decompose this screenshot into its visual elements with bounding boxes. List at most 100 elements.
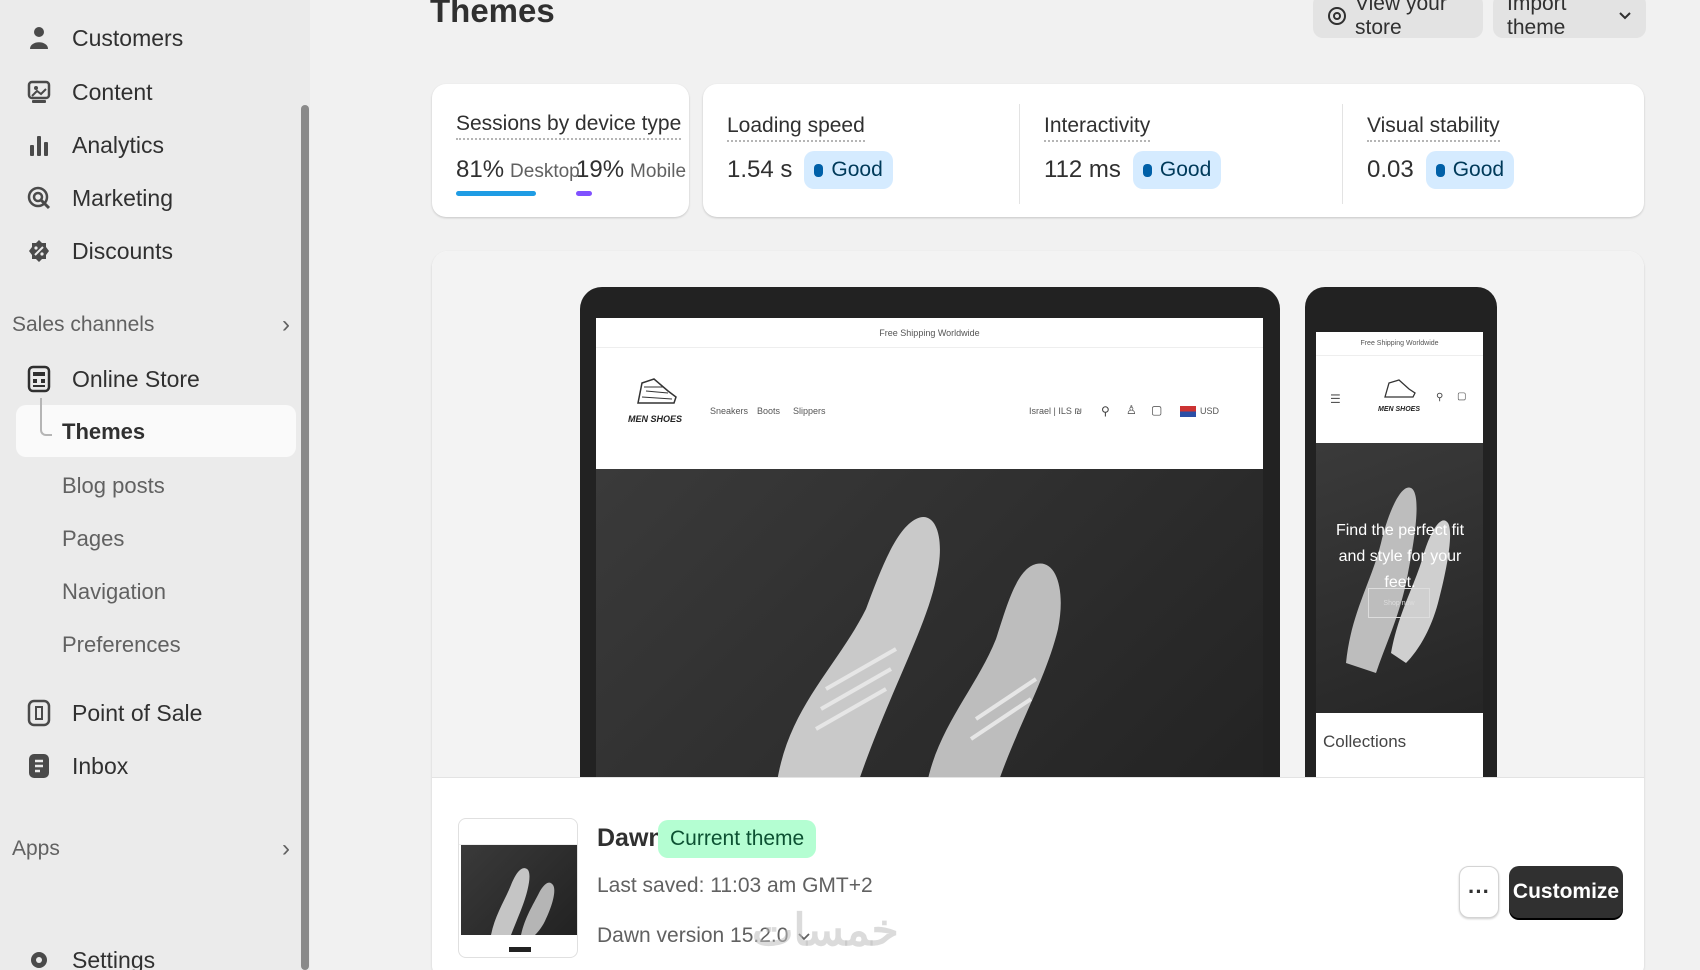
metric-value: 1.54 s	[727, 156, 793, 183]
pos-icon	[24, 698, 54, 728]
discount-icon	[24, 236, 54, 266]
sidebar-item-label: Settings	[72, 946, 156, 970]
locale-selector: Israel | ILS ₪	[1029, 406, 1082, 416]
badge-label: Good	[1452, 158, 1505, 181]
badge-label: Good	[831, 158, 883, 181]
mobile-pct: 19%	[576, 156, 625, 183]
metric-value: 0.03	[1367, 156, 1414, 183]
subitem-label: Themes	[62, 419, 146, 444]
sidebar-subitem-blog-posts[interactable]: Blog posts	[62, 463, 165, 509]
subitem-label: Navigation	[62, 579, 166, 604]
sidebar-item-point-of-sale[interactable]: Point of Sale	[24, 689, 202, 737]
desktop-screen: Free Shipping Worldwide MEN SHOES Sneake…	[596, 318, 1263, 787]
hero-image	[596, 469, 1263, 787]
sidebar-subitem-preferences[interactable]: Preferences	[62, 622, 181, 668]
sidebar-item-settings[interactable]: Settings	[24, 936, 155, 970]
sidebar-item-online-store[interactable]: Online Store	[24, 355, 200, 403]
badge-label: Good	[1159, 158, 1212, 181]
sidebar-subitem-themes[interactable]: Themes	[62, 409, 145, 455]
sidebar-subitem-navigation[interactable]: Navigation	[62, 569, 166, 615]
status-badge: Good	[804, 151, 893, 189]
sidebar-item-marketing[interactable]: Marketing	[24, 174, 173, 222]
bar-chart-icon	[24, 130, 54, 160]
mobile-announcement-bar: Free Shipping Worldwide	[1316, 332, 1483, 356]
sidebar-item-inbox[interactable]: Inbox	[24, 742, 128, 790]
theme-preview-card: Free Shipping Worldwide MEN SHOES Sneake…	[432, 251, 1644, 970]
section-label: Apps	[12, 837, 60, 860]
thumb-button	[509, 947, 531, 952]
theme-thumbnail[interactable]	[458, 818, 578, 958]
more-actions-button[interactable]: ···	[1459, 866, 1499, 918]
watermark: خمسات	[752, 906, 899, 955]
content-icon	[24, 77, 54, 107]
last-saved-text: Last saved: 11:03 am GMT+2	[597, 874, 873, 897]
cart-icon: ▢	[1457, 391, 1467, 402]
search-icon: ⚲	[1436, 392, 1444, 403]
store-icon	[24, 364, 54, 394]
nav-link: Boots	[757, 406, 781, 416]
import-theme-button[interactable]: Import theme	[1493, 0, 1646, 39]
mobile-preview: Free Shipping Worldwide ☰ MEN SHOES ⚲ ▢ …	[1305, 287, 1497, 787]
visual-stability-label[interactable]: Visual stability	[1367, 114, 1500, 142]
view-store-button[interactable]: View your store	[1313, 0, 1483, 39]
metric-value: 112 ms	[1044, 156, 1121, 183]
sidebar-item-discounts[interactable]: Discounts	[24, 227, 173, 275]
desktop-pct: 81%	[456, 156, 505, 183]
subitem-label: Blog posts	[62, 473, 165, 498]
status-badge: Good	[1132, 151, 1222, 189]
cart-icon: ▢	[1151, 403, 1163, 417]
sidebar-scrollbar[interactable]	[301, 105, 309, 970]
sessions-card: Sessions by device type 81% Desktop 19% …	[432, 84, 689, 217]
sidebar: Customers Content Analytics Marketing Di…	[0, 0, 310, 970]
currency-selector: USD	[1200, 406, 1220, 416]
loading-speed-label[interactable]: Loading speed	[727, 114, 865, 142]
mobile-hero: Find the perfect fit and style for your …	[1316, 443, 1483, 713]
current-theme-badge: Current theme	[658, 820, 817, 858]
nav-link: Slippers	[793, 406, 826, 416]
customize-button[interactable]: Customize	[1509, 866, 1623, 918]
collections-heading: Collections	[1323, 732, 1407, 751]
button-label: Import theme	[1507, 0, 1567, 39]
sidebar-item-label: Customers	[72, 24, 184, 51]
desktop-bar	[456, 191, 536, 196]
inbox-icon	[24, 751, 54, 781]
divider	[1342, 104, 1343, 204]
preview-area[interactable]: Free Shipping Worldwide MEN SHOES Sneake…	[432, 251, 1644, 787]
person-icon	[24, 23, 54, 53]
desktop-label: Desktop	[510, 161, 580, 182]
chevron-right-icon: ›	[282, 311, 290, 338]
sessions-label[interactable]: Sessions by device type	[456, 112, 682, 140]
sidebar-subitem-pages[interactable]: Pages	[62, 516, 124, 562]
status-badge: Good	[1425, 151, 1515, 189]
chevron-right-icon: ›	[282, 835, 290, 862]
desktop-preview: Free Shipping Worldwide MEN SHOES Sneake…	[580, 287, 1280, 787]
sidebar-item-label: Content	[72, 78, 153, 105]
chevron-down-icon	[1618, 11, 1632, 21]
eye-icon	[1327, 6, 1347, 26]
announcement-text: Free Shipping Worldwide	[1360, 340, 1439, 347]
sidebar-item-customers[interactable]: Customers	[24, 14, 183, 62]
sales-channels-header[interactable]: Sales channels ›	[12, 305, 292, 345]
mobile-bar	[576, 191, 592, 196]
sidebar-item-analytics[interactable]: Analytics	[24, 121, 164, 169]
sidebar-item-label: Analytics	[72, 131, 165, 158]
search-icon: ⚲	[1101, 404, 1110, 418]
menu-icon: ☰	[1330, 392, 1341, 406]
shop-now-button: Shop now	[1368, 588, 1430, 618]
loading-speed-value: 1.54 s Good	[727, 151, 893, 189]
web-vitals-card: Loading speed 1.54 s Good Interactivity …	[703, 84, 1644, 217]
mobile-screen: Free Shipping Worldwide ☰ MEN SHOES ⚲ ▢ …	[1316, 332, 1483, 787]
theme-name: Dawn	[597, 824, 664, 852]
store-logo: MEN SHOES	[628, 373, 682, 429]
apps-header[interactable]: Apps ›	[12, 829, 292, 869]
page-title: Themes	[430, 0, 555, 29]
announcement-bar: Free Shipping Worldwide	[596, 318, 1263, 348]
interactivity-label[interactable]: Interactivity	[1044, 114, 1151, 142]
subitem-label: Pages	[62, 526, 125, 551]
sidebar-item-content[interactable]: Content	[24, 68, 153, 116]
active-item-highlight	[16, 405, 296, 457]
flag-icon	[1180, 406, 1196, 417]
target-icon	[24, 183, 54, 213]
mobile-label: Mobile	[630, 161, 687, 182]
current-theme-row: Dawn Current theme Last saved: 11:03 am …	[432, 777, 1644, 970]
